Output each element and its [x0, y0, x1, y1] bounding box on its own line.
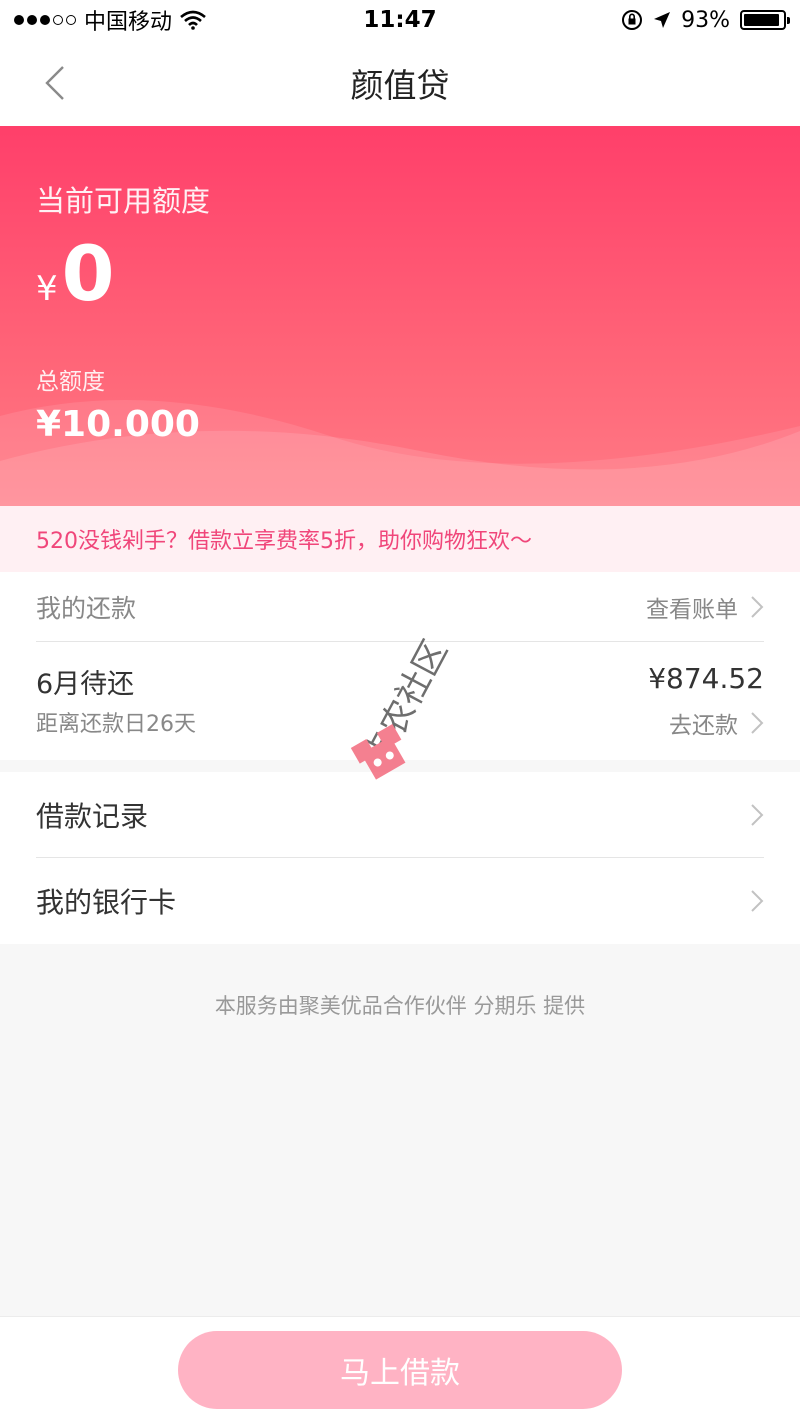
signal-dot — [27, 15, 37, 25]
chevron-right-icon — [751, 595, 764, 618]
chevron-right-icon — [751, 890, 764, 912]
page-title: 颜值贷 — [350, 66, 450, 105]
chevron-right-icon — [751, 803, 764, 826]
due-month-title: 6月待还 — [36, 669, 135, 700]
signal-icon — [14, 15, 76, 25]
promo-banner[interactable]: 520没钱剁手？借款立享费率5折，助你购物狂欢～ — [0, 506, 800, 572]
nav-bar: 颜值贷 — [0, 40, 800, 126]
borrow-now-button[interactable]: 马上借款 — [178, 1331, 622, 1409]
available-credit-label: 当前可用额度 — [36, 184, 211, 218]
status-time: 11:47 — [363, 7, 437, 33]
wifi-icon — [180, 10, 206, 30]
available-credit-value: 0 — [61, 229, 115, 318]
currency-symbol: ¥ — [36, 269, 58, 309]
status-right: 93% — [486, 7, 790, 33]
repay-link[interactable]: 去还款 — [669, 706, 764, 740]
total-credit-value: ¥10.000 — [36, 404, 200, 445]
battery-fill — [744, 14, 780, 26]
due-amount: ¥874.52 — [648, 662, 764, 695]
menu-item-label: 我的银行卡 — [36, 886, 177, 919]
credit-hero: 当前可用额度 ¥ 0 总额度 ¥10.000 — [0, 126, 800, 506]
bottom-bar: 马上借款 — [0, 1316, 800, 1423]
signal-dot — [40, 15, 50, 25]
repay-label: 去还款 — [669, 713, 738, 739]
days-until-due: 距离还款日26天 — [36, 712, 196, 737]
repayment-section-label: 我的还款 — [36, 593, 137, 623]
service-provider-note: 本服务由聚美优品合作伙伴 分期乐 提供 — [214, 994, 586, 1018]
available-credit-amount: ¥ 0 — [36, 236, 115, 312]
view-bill-label: 查看账单 — [646, 596, 738, 623]
battery-percent: 93% — [681, 7, 730, 33]
orientation-lock-icon — [622, 10, 643, 30]
location-icon — [654, 12, 671, 28]
status-bar: 中国移动 11:47 93% — [0, 0, 800, 40]
signal-dot — [66, 15, 76, 25]
signal-dot — [14, 15, 24, 25]
promo-text: 520没钱剁手？借款立享费率5折，助你购物狂欢～ — [36, 529, 532, 554]
back-button[interactable] — [30, 58, 80, 108]
signal-dot — [53, 15, 63, 25]
menu-item-bank-cards[interactable]: 我的银行卡 — [36, 858, 764, 944]
view-bill-link[interactable]: 查看账单 — [646, 590, 764, 624]
watermark-logo: 卡农社区 — [350, 634, 456, 780]
chevron-right-icon — [751, 712, 764, 734]
chevron-left-icon — [45, 66, 64, 100]
carrier-label: 中国移动 — [84, 10, 173, 35]
status-left: 中国移动 — [14, 4, 314, 36]
total-credit-label: 总额度 — [36, 369, 105, 395]
battery-icon — [740, 10, 790, 30]
